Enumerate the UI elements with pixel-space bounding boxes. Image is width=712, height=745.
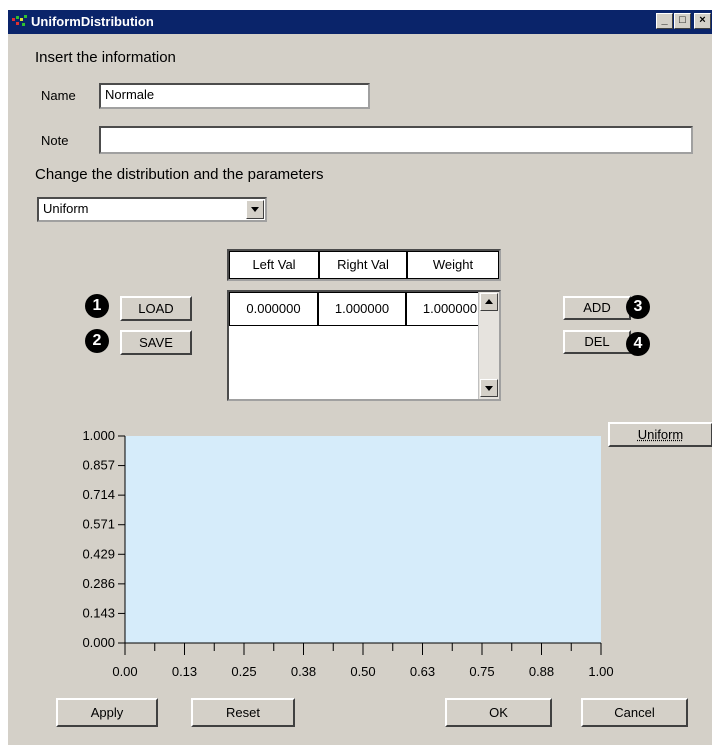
x-tick-label: 1.00 xyxy=(588,664,613,679)
x-tick-label: 0.63 xyxy=(410,664,435,679)
uniform-distribution-window: UniformDistribution _ □ × Insert the inf… xyxy=(7,9,712,745)
distribution-area xyxy=(125,436,601,643)
x-tick-label: 0.25 xyxy=(231,664,256,679)
x-tick-label: 0.00 xyxy=(112,664,137,679)
distribution-chart: 0.0000.1430.2860.4290.5710.7140.8571.000… xyxy=(82,428,613,679)
x-tick-label: 0.38 xyxy=(291,664,316,679)
cancel-button[interactable]: Cancel xyxy=(581,698,688,727)
y-tick-label: 0.286 xyxy=(82,576,115,591)
y-tick-label: 0.857 xyxy=(82,458,115,473)
apply-button[interactable]: Apply xyxy=(56,698,158,727)
y-tick-label: 1.000 xyxy=(82,428,115,443)
x-tick-label: 0.50 xyxy=(350,664,375,679)
x-tick-label: 0.88 xyxy=(529,664,554,679)
y-tick-label: 0.571 xyxy=(82,517,115,532)
y-tick-label: 0.714 xyxy=(82,487,115,502)
reset-button[interactable]: Reset xyxy=(191,698,295,727)
ok-button[interactable]: OK xyxy=(445,698,552,727)
y-tick-label: 0.000 xyxy=(82,635,115,650)
x-tick-label: 0.13 xyxy=(172,664,197,679)
y-tick-label: 0.143 xyxy=(82,605,115,620)
x-tick-label: 0.75 xyxy=(469,664,494,679)
y-tick-label: 0.429 xyxy=(82,546,115,561)
